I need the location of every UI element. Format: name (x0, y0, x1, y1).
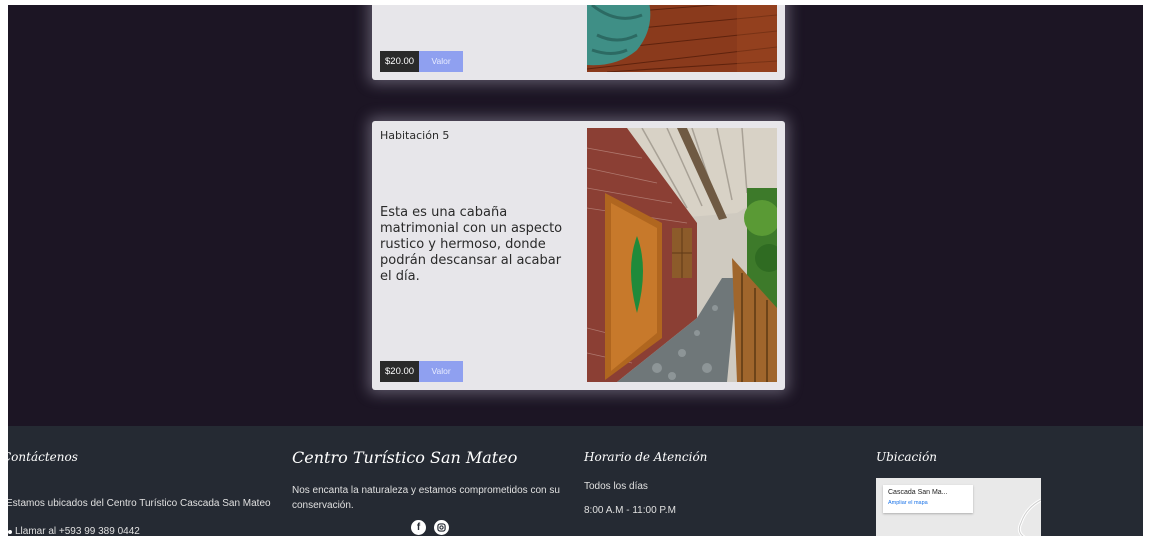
page-canvas: $20.00 Valor Habitación 5 Esta es una ca… (8, 5, 1143, 536)
footer-tagline: Nos encanta la naturaleza y estamos comp… (292, 485, 560, 511)
map-embed[interactable]: Cascada San Ma... Ampliar el mapa (876, 478, 1041, 536)
site-footer: Contáctenos Estamos ubicados del Centro … (8, 426, 1143, 536)
room-card-previous: $20.00 Valor (372, 5, 785, 80)
instagram-icon[interactable] (434, 520, 449, 535)
map-place-name: Cascada San Ma... (888, 489, 948, 496)
footer-phone: Llamar al +593 99 389 0442 (15, 526, 140, 536)
value-button[interactable]: Valor (419, 361, 464, 382)
room-title: Habitación 5 (380, 129, 450, 142)
footer-phone-link[interactable]: Llamar al +593 99 389 0442 (8, 526, 140, 536)
map-info-card: Cascada San Ma... Ampliar el mapa (883, 485, 973, 513)
footer-brand-title: Centro Turístico San Mateo (292, 448, 518, 467)
room-description: Esta es una cabaña matrimonial con un as… (380, 205, 563, 284)
facebook-icon[interactable]: f (411, 520, 426, 535)
room-card-5: Habitación 5 Esta es una cabaña matrimon… (372, 121, 785, 390)
price-row: $20.00 Valor (380, 361, 464, 382)
price-tag: $20.00 (380, 361, 420, 382)
footer-hours-days: Todos los días (584, 481, 648, 492)
phone-icon (8, 529, 12, 534)
footer-hours-time: 8:00 A.M - 11:00 P.M (584, 505, 676, 516)
footer-hours-title: Horario de Atención (584, 450, 708, 464)
price-row: $20.00 Valor (380, 51, 464, 72)
room-photo (587, 128, 777, 382)
footer-address: Estamos ubicados del Centro Turístico Ca… (8, 498, 271, 509)
footer-contact-title: Contáctenos (8, 450, 78, 464)
room-photo-previous (587, 5, 777, 72)
value-button[interactable]: Valor (419, 51, 464, 72)
footer-location-title: Ubicación (876, 450, 938, 464)
price-tag: $20.00 (380, 51, 420, 72)
map-enlarge-link[interactable]: Ampliar el mapa (888, 500, 928, 506)
